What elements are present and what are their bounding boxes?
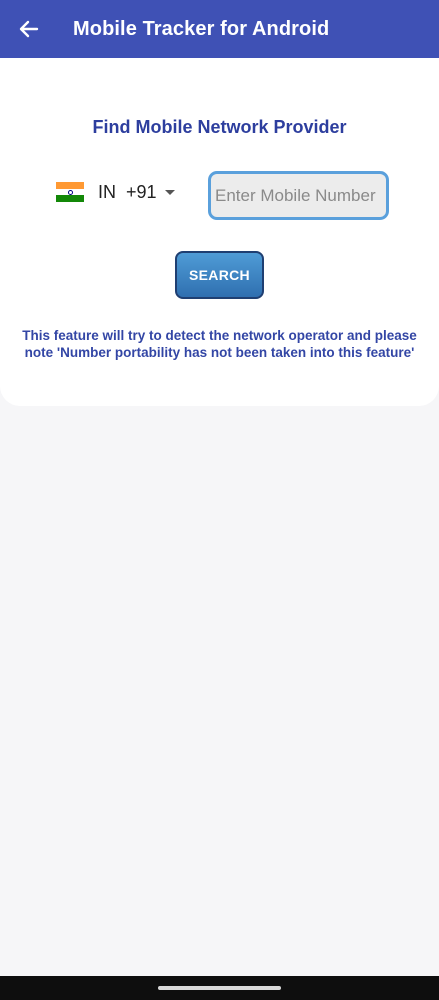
india-flag-icon <box>56 182 84 203</box>
dial-code: +91 <box>126 181 157 202</box>
finder-card: Find Mobile Network Provider IN +91 SEAR… <box>0 58 439 406</box>
country-code: IN <box>98 181 116 202</box>
mobile-number-input[interactable] <box>208 171 389 220</box>
back-button[interactable] <box>0 0 58 58</box>
country-code-picker[interactable]: IN +91 <box>56 178 175 206</box>
app-bar: Mobile Tracker for Android <box>0 0 439 58</box>
info-text: This feature will try to detect the netw… <box>22 328 417 360</box>
arrow-left-icon <box>19 20 39 38</box>
system-nav-bar <box>0 976 439 1000</box>
home-indicator[interactable] <box>158 986 281 990</box>
app-title: Mobile Tracker for Android <box>73 17 330 40</box>
search-button[interactable]: SEARCH <box>175 251 264 299</box>
card-title: Find Mobile Network Provider <box>92 117 347 137</box>
dropdown-caret-icon <box>164 189 175 195</box>
